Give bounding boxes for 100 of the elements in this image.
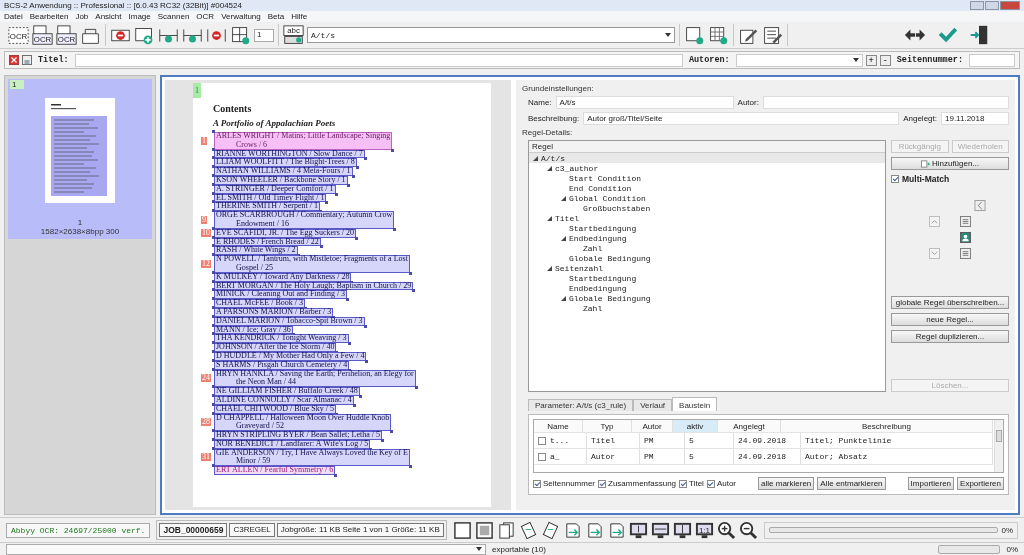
title-field[interactable] <box>74 53 683 67</box>
tree-item[interactable]: Startbedingung <box>529 273 885 283</box>
zoom-in-icon[interactable] <box>716 520 736 540</box>
frame-add-icon[interactable] <box>684 24 705 46</box>
tree-item[interactable]: Zahl <box>529 303 885 313</box>
description-field[interactable]: Autor groß/Titel/Seite <box>583 112 900 125</box>
column-header[interactable]: Typ <box>583 420 632 432</box>
menu-item[interactable]: Datei <box>4 12 23 21</box>
text-region[interactable]: HRYN HANKLA / Saving the Earth; Perihelion, an Elegy for the Neon Man / 44 <box>214 369 416 388</box>
text-region[interactable]: GIE ANDERSON / Try, I Have Always Loved the Key of E Minor / 59 <box>214 448 410 467</box>
column-header[interactable]: Name <box>534 420 583 432</box>
rule-button[interactable]: globale Regel überschreiben... <box>891 295 1009 309</box>
zoom-out-icon[interactable] <box>738 520 758 540</box>
add-author-button[interactable]: + <box>865 54 877 66</box>
created-field[interactable]: 19.11.2018 <box>941 112 1009 125</box>
text-region[interactable]: KSON WHEELER / Backbone Story / 1 <box>214 176 348 185</box>
expand-icon[interactable] <box>547 265 552 271</box>
text-region[interactable]: BERT MORGAN / The Holy Laugh; Baptism in Church / 29 <box>214 281 414 291</box>
exit-door-icon[interactable] <box>968 24 990 46</box>
text-region[interactable]: NATHAN WILLIAMS / 4 Meta-Fours / 1 <box>214 167 353 176</box>
tree-item[interactable]: c3_author <box>529 163 885 173</box>
text-region[interactable]: EVE SCAFIDI, JR. / The Egg Suckers / 20 <box>214 228 357 238</box>
column-header[interactable]: aktiv <box>673 420 718 432</box>
text-region[interactable]: MINICK / Cleaning Out and Finding / 3 <box>214 290 348 300</box>
column-header[interactable]: Beschreibung <box>781 420 993 432</box>
mark-button[interactable]: alle markieren <box>758 477 815 490</box>
filter-checkbox[interactable]: Titel <box>679 479 704 488</box>
text-region[interactable]: THERINE SMITH / Serpent / 1 <box>214 202 320 212</box>
text-region[interactable]: THA KENDRICK / Tonight Weaving / 3 <box>214 334 349 344</box>
tree-item[interactable]: Endbedingung <box>529 233 885 243</box>
text-region[interactable]: A PARSONS MARION / Barber / 3 <box>214 307 334 317</box>
text-region[interactable]: NOR BENEDICT / Landfarer: A Wife's Log / 5 <box>214 439 371 449</box>
menu-item[interactable]: Beta <box>267 12 285 21</box>
text-region[interactable]: CHAEL CHITWOOD / Blue Sky / 5 <box>214 404 336 414</box>
page-number-field[interactable] <box>969 53 1015 67</box>
tab[interactable]: Parameter: A/t/s (c3_rule) <box>528 399 634 411</box>
tab[interactable]: Baustein <box>672 397 718 411</box>
column-header[interactable]: Angelegt <box>718 420 781 432</box>
fit-height-icon[interactable] <box>628 520 648 540</box>
text-region[interactable]: RIANNE WORTHINGTON / Slow Dance / 7 <box>214 149 365 159</box>
expand-icon[interactable] <box>561 235 566 241</box>
menu-item[interactable]: OCR <box>196 12 215 21</box>
row-checkbox[interactable] <box>538 452 546 461</box>
row-checkbox[interactable] <box>538 436 546 445</box>
menu-item[interactable]: Job <box>75 12 89 21</box>
text-region[interactable]: RASH / White Wings / 2 <box>214 246 298 256</box>
import-export-button[interactable]: Exportieren <box>957 477 1004 490</box>
expand-icon[interactable] <box>547 215 552 221</box>
text-region[interactable]: D CHAPPELL / Halloween Moon Over Huddle Knob Graveyard / 52 <box>214 413 392 432</box>
tree-item[interactable]: Start Condition <box>529 173 885 183</box>
menu-item[interactable]: Image <box>128 12 151 21</box>
grid-play-icon[interactable] <box>708 24 729 46</box>
expand-icon[interactable] <box>561 295 566 301</box>
expand-icon[interactable] <box>547 165 552 171</box>
text-region[interactable]: HRYN STRIPLING BYER / Bean Sallet; Letha / 5 <box>214 431 382 440</box>
tree-item[interactable]: Großbuchstaben <box>529 203 885 213</box>
remove-author-button[interactable]: - <box>879 54 891 66</box>
tree-item[interactable]: Seitenzahl <box>529 263 885 273</box>
filter-checkbox[interactable]: Autor <box>706 479 736 488</box>
two-page-icon[interactable] <box>672 520 692 540</box>
text-region[interactable]: DANIEL MARION / Tobacco-Spit Brown / 3 <box>214 316 365 326</box>
scrollbar[interactable] <box>994 420 1003 472</box>
text-region[interactable]: MANN / Ice; Gray / 36 <box>214 325 293 335</box>
close-icon[interactable] <box>9 55 19 65</box>
tree-item[interactable]: Global Condition <box>529 193 885 203</box>
author-field[interactable] <box>762 96 1009 109</box>
text-region[interactable]: A. STRINGER / Deeper Comfort / 1 <box>214 184 336 194</box>
filter-checkbox[interactable]: Seitennummer <box>533 479 596 488</box>
expand-icon[interactable] <box>533 155 538 161</box>
tree-item[interactable]: Globale Bedingung <box>529 293 885 303</box>
import-export-button[interactable]: Importieren <box>907 477 955 490</box>
page-thumbnail[interactable]: 1 1 1582×2638×8bpp 300 <box>8 79 152 239</box>
menu-item[interactable]: Ansicht <box>95 12 122 21</box>
tree-item[interactable]: Zahl <box>529 243 885 253</box>
text-region[interactable]: CHAEL McFEE / Book / 3 <box>214 299 306 308</box>
tree-item[interactable]: Endbedingung <box>529 283 885 293</box>
region-grid-icon[interactable] <box>230 24 251 46</box>
expand-icon[interactable] <box>561 195 566 201</box>
menu-item[interactable]: Scannen <box>157 12 190 21</box>
rule-dropdown[interactable]: A/t/s <box>307 27 675 43</box>
list-icon[interactable] <box>960 248 971 259</box>
text-region[interactable]: D HUDDLE / My Mother Had Only a Few / 4 <box>214 351 367 361</box>
text-region[interactable]: N POWELL / Tantrum, with Mistletoe; Fragments of a Lost Gospel / 25 <box>214 255 410 273</box>
list-edit-icon[interactable] <box>762 24 783 46</box>
tree-item[interactable]: Titel <box>529 213 885 223</box>
text-region[interactable]: LLIAM WOOLFITT / The Blight-Trees / 8 <box>214 158 357 168</box>
text-region[interactable]: EL SMITH / Old Timey Flight / 1 <box>214 193 327 203</box>
filter-checkbox[interactable]: Zusammenfassung <box>598 479 677 488</box>
text-region[interactable]: JOHNSON / After the Ice Storm / 40 <box>214 343 337 352</box>
text-region[interactable]: ERT ALLEN / Fearful Symmetry / 6 <box>214 466 336 476</box>
rule-button[interactable]: neue Regel... <box>891 312 1009 326</box>
multi-match-checkbox[interactable]: Multi-Match <box>891 174 1009 184</box>
rule-button[interactable]: Regel duplizieren... <box>891 329 1009 343</box>
mark-button[interactable]: Alle entmarkieren <box>817 477 886 490</box>
text-region[interactable]: ARLES WRIGHT / Matins; Little Landscape; Singing Crows / 6 <box>214 132 393 150</box>
add-button[interactable]: Hinzufügen... <box>891 157 1009 170</box>
pages-icon[interactable] <box>496 520 516 540</box>
menu-item[interactable]: Hilfe <box>291 12 308 21</box>
frame-icon[interactable] <box>452 520 472 540</box>
fit-width-icon[interactable] <box>650 520 670 540</box>
